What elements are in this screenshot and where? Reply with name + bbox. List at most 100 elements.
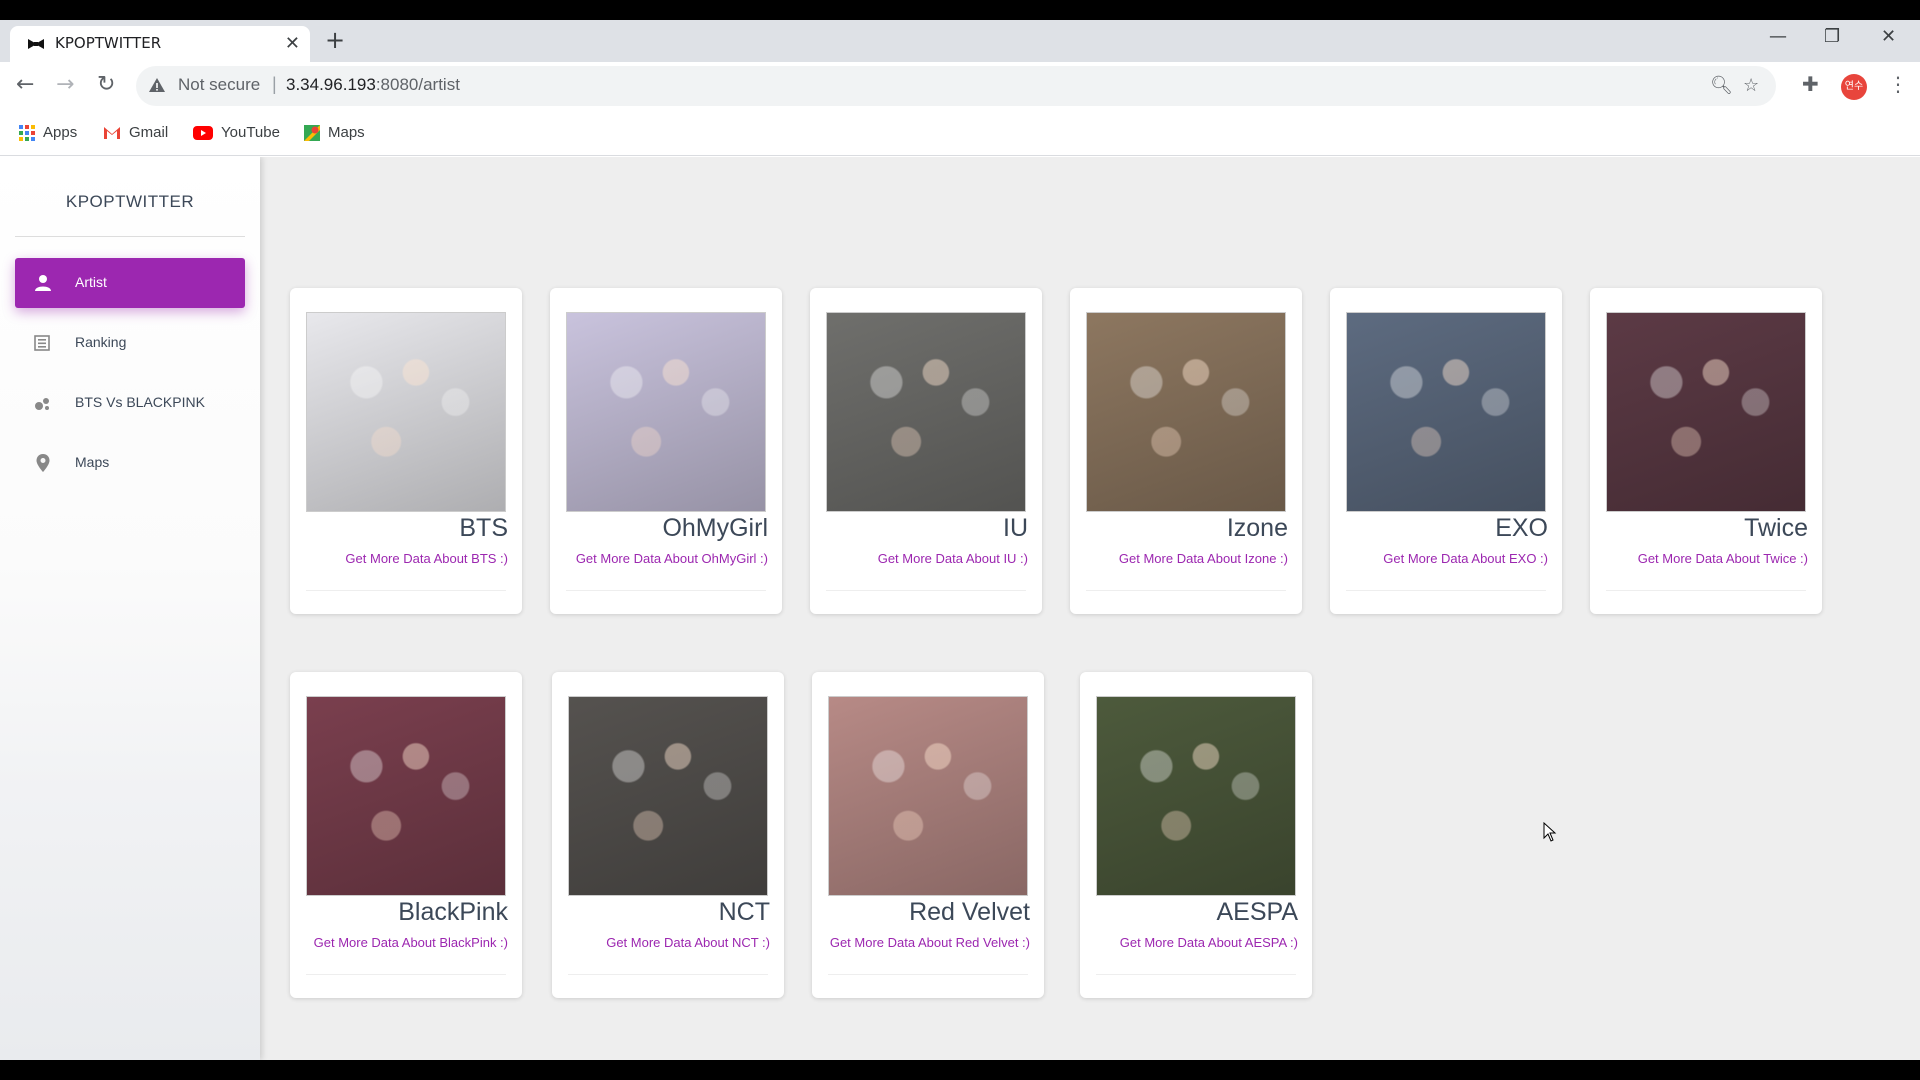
screen-bottom-edge: [0, 1060, 1920, 1080]
artist-card-iu: IU Get More Data About IU :): [810, 288, 1042, 614]
back-arrow-icon[interactable]: ←: [16, 74, 34, 96]
artist-card-twice: Twice Get More Data About Twice :): [1590, 288, 1822, 614]
artist-more-link[interactable]: Get More Data About BlackPink :): [314, 935, 508, 950]
artist-more-link[interactable]: Get More Data About BTS :): [345, 551, 508, 566]
bookmark-youtube[interactable]: YouTube: [193, 124, 280, 141]
card-divider: [1606, 590, 1806, 591]
artist-more-link[interactable]: Get More Data About OhMyGirl :): [576, 551, 768, 566]
artist-more-link[interactable]: Get More Data About NCT :): [606, 935, 770, 950]
tab-strip: KPOPTWITTER ✕ + — ❐ ✕: [0, 20, 1920, 62]
card-divider: [828, 974, 1028, 975]
mouse-cursor-icon: [1543, 822, 1557, 842]
artist-card-blackpink: BlackPink Get More Data About BlackPink :…: [290, 672, 522, 998]
youtube-icon: [193, 125, 213, 140]
artist-photo[interactable]: [568, 696, 768, 896]
card-divider: [1346, 590, 1546, 591]
artist-card-ohmygirl: OhMyGirl Get More Data About OhMyGirl :): [550, 288, 782, 614]
new-tab-button[interactable]: +: [325, 28, 345, 52]
bookmark-maps-label: Maps: [328, 124, 365, 141]
person-icon: [35, 275, 51, 291]
card-divider: [1086, 590, 1286, 591]
artist-name: BlackPink: [398, 898, 508, 926]
artist-photo[interactable]: [828, 696, 1028, 896]
artist-photo[interactable]: [1606, 312, 1806, 512]
artist-more-link[interactable]: Get More Data About AESPA :): [1120, 935, 1298, 950]
profile-avatar[interactable]: 연수: [1841, 74, 1867, 100]
bowtie-favicon-icon: [28, 39, 44, 49]
bookmark-apps[interactable]: Apps: [19, 124, 77, 141]
list-icon: [34, 335, 50, 351]
artist-card-aespa: AESPA Get More Data About AESPA :): [1080, 672, 1312, 998]
window-close-button[interactable]: ✕: [1881, 26, 1896, 47]
apps-grid-icon: [19, 124, 35, 141]
artist-name: NCT: [718, 898, 770, 926]
artist-name: BTS: [459, 514, 508, 542]
artist-name: EXO: [1495, 514, 1548, 542]
extensions-puzzle-icon[interactable]: ✚: [1802, 74, 1819, 94]
sidebar-item-ranking[interactable]: Ranking: [15, 318, 245, 368]
gmail-icon: [104, 126, 120, 139]
sidebar-item-bts-vs-blackpink[interactable]: BTS Vs BLACKPINK: [15, 378, 245, 428]
artist-photo[interactable]: [1096, 696, 1296, 896]
bookmark-gmail[interactable]: Gmail: [103, 124, 168, 141]
card-divider: [1096, 974, 1296, 975]
forward-arrow-icon[interactable]: →: [56, 74, 74, 96]
artist-name: Red Velvet: [909, 898, 1030, 926]
card-divider: [826, 590, 1026, 591]
zoom-icon[interactable]: 🔍︎: [1710, 75, 1733, 96]
bookmark-youtube-label: YouTube: [221, 124, 280, 141]
artist-card-red-velvet: Red Velvet Get More Data About Red Velvet…: [812, 672, 1044, 998]
sidebar-item-label: BTS Vs BLACKPINK: [75, 394, 205, 410]
address-bar[interactable]: Not secure | 3.34.96.193:8080/artist 🔍︎ …: [136, 66, 1776, 106]
minimize-button[interactable]: —: [1769, 26, 1787, 47]
artist-card-nct: NCT Get More Data About NCT :): [552, 672, 784, 998]
bookmark-star-icon[interactable]: ☆: [1743, 75, 1759, 96]
card-divider: [306, 974, 506, 975]
menu-dots-icon[interactable]: ⋮: [1888, 74, 1908, 94]
warning-icon: [149, 78, 165, 92]
sidebar-item-artist[interactable]: Artist: [15, 258, 245, 308]
card-divider: [566, 590, 766, 591]
sidebar-item-maps[interactable]: Maps: [15, 438, 245, 488]
browser-chrome: KPOPTWITTER ✕ + — ❐ ✕ ← → ↻ Not secure |…: [0, 20, 1920, 157]
artist-photo[interactable]: [566, 312, 766, 512]
maps-icon: [304, 124, 320, 141]
tab-close-icon[interactable]: ✕: [285, 33, 300, 54]
sidebar-brand[interactable]: KPOPTWITTER: [0, 192, 260, 212]
artist-more-link[interactable]: Get More Data About EXO :): [1383, 551, 1548, 566]
artist-photo[interactable]: [1346, 312, 1546, 512]
artist-photo[interactable]: [306, 696, 506, 896]
artist-more-link[interactable]: Get More Data About Red Velvet :): [830, 935, 1030, 950]
artist-card-izone: Izone Get More Data About Izone :): [1070, 288, 1302, 614]
bookmark-maps[interactable]: Maps: [304, 124, 365, 141]
tab-title: KPOPTWITTER: [55, 34, 162, 52]
bubble-chart-icon: [35, 398, 49, 410]
not-secure-label: Not secure: [178, 75, 261, 94]
artist-name: AESPA: [1216, 898, 1298, 926]
card-divider: [568, 974, 768, 975]
bookmarks-bar: Apps Gmail YouTube Maps: [0, 112, 1920, 156]
artist-name: Izone: [1226, 514, 1288, 542]
artist-more-link[interactable]: Get More Data About Twice :): [1638, 551, 1808, 566]
artist-name: Twice: [1744, 514, 1808, 542]
app-viewport: KPOPTWITTER Artist Ranking BTS Vs BLACKP…: [0, 157, 1920, 1060]
artist-photo[interactable]: [306, 312, 506, 512]
url-host: 3.34.96.193: [286, 75, 376, 94]
artist-more-link[interactable]: Get More Data About Izone :): [1119, 551, 1288, 566]
artist-name: OhMyGirl: [662, 514, 768, 542]
artist-more-link[interactable]: Get More Data About IU :): [878, 551, 1028, 566]
artist-photo[interactable]: [826, 312, 1026, 512]
screen: KPOPTWITTER ✕ + — ❐ ✕ ← → ↻ Not secure |…: [0, 0, 1920, 1080]
bookmark-gmail-label: Gmail: [129, 124, 169, 141]
sidebar-item-label: Artist: [75, 274, 107, 290]
sidebar-item-label: Maps: [75, 454, 110, 470]
browser-tab[interactable]: KPOPTWITTER ✕: [10, 26, 310, 62]
restore-button[interactable]: ❐: [1824, 26, 1840, 47]
url-separator: |: [272, 74, 277, 94]
location-pin-icon: [36, 454, 50, 472]
bookmark-apps-label: Apps: [43, 124, 78, 141]
sidebar: KPOPTWITTER Artist Ranking BTS Vs BLACKP…: [0, 157, 260, 1060]
artist-photo[interactable]: [1086, 312, 1286, 512]
card-divider: [306, 590, 506, 591]
reload-icon[interactable]: ↻: [97, 74, 115, 96]
